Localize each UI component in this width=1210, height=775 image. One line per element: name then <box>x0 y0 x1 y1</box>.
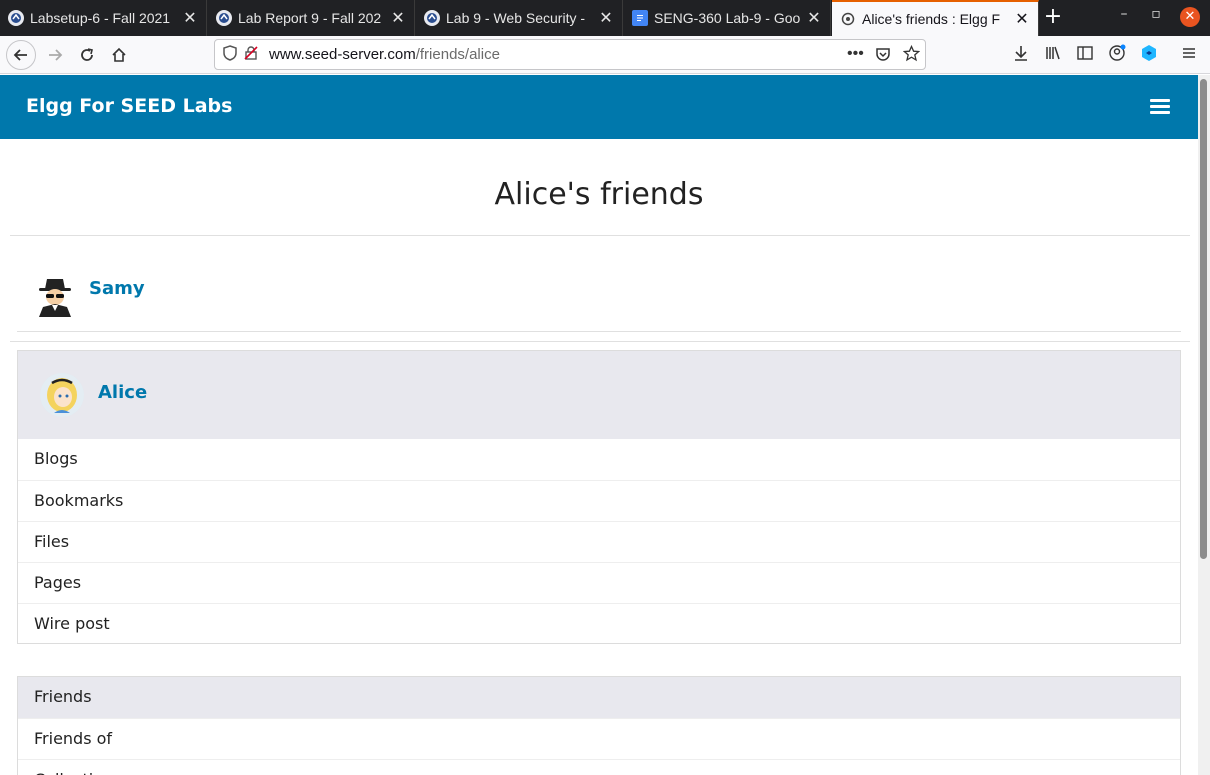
browser-tab-active[interactable]: Alice's friends : Elgg F ✕ <box>832 0 1039 36</box>
tab-title: Lab Report 9 - Fall 202 <box>238 10 382 26</box>
docs-icon <box>632 10 648 26</box>
owner-menu-item[interactable]: Blogs <box>18 439 1180 480</box>
reload-button[interactable] <box>72 40 102 70</box>
friends-menu-item[interactable]: Friends of <box>18 718 1180 759</box>
owner-menu-item[interactable]: Files <box>18 521 1180 562</box>
divider <box>10 341 1190 342</box>
browser-toolbar: www.seed-server.com/friends/alice ••• <box>0 36 1210 74</box>
url-path: /friends/alice <box>415 46 500 63</box>
download-icon[interactable] <box>1010 44 1032 66</box>
browser-tab[interactable]: Lab Report 9 - Fall 202 ✕ <box>208 0 415 36</box>
tab-title: Lab 9 - Web Security - <box>446 10 586 26</box>
owner-name-link[interactable]: Alice <box>98 382 147 403</box>
account-icon[interactable] <box>1106 44 1128 66</box>
bookmark-star-icon[interactable] <box>902 44 921 66</box>
home-button[interactable] <box>104 40 134 70</box>
site-header: Elgg For SEED Labs <box>0 75 1198 139</box>
owner-menu-item[interactable]: Wire post <box>18 603 1180 644</box>
seed-icon <box>216 10 232 26</box>
browser-tab-strip: Labsetup-6 - Fall 2021 ✕ Lab Report 9 - … <box>0 0 1210 36</box>
friends-menu-item[interactable]: Collections <box>18 759 1180 775</box>
seed-icon <box>424 10 440 26</box>
page-title: Alice's friends <box>494 177 704 212</box>
site-name-link[interactable]: Elgg For SEED Labs <box>26 95 232 117</box>
close-icon[interactable]: ✕ <box>182 8 198 28</box>
friend-name-link[interactable]: Samy <box>89 278 145 299</box>
url-host: www.seed-server.com <box>269 46 416 63</box>
page-viewport: Elgg For SEED Labs Alice's friends Samy <box>0 75 1198 775</box>
owner-menu-item[interactable]: Pages <box>18 562 1180 603</box>
back-button[interactable] <box>6 40 36 70</box>
url-bar[interactable]: www.seed-server.com/friends/alice ••• <box>214 39 926 70</box>
friend-list-item: Samy <box>17 260 1181 332</box>
friends-menu-block: Friends Friends of Collections <box>17 676 1181 775</box>
avatar[interactable] <box>40 373 84 417</box>
window-close-button[interactable]: ✕ <box>1180 7 1200 27</box>
insecure-lock-icon[interactable] <box>243 45 259 65</box>
tab-title: Labsetup-6 - Fall 2021 <box>30 10 171 26</box>
extension-icon[interactable] <box>1138 44 1160 66</box>
browser-tab[interactable]: Lab 9 - Web Security - ✕ <box>416 0 623 36</box>
minimize-icon[interactable]: – <box>1112 6 1136 22</box>
library-icon[interactable] <box>1042 44 1064 66</box>
owner-menu-item[interactable]: Bookmarks <box>18 480 1180 521</box>
new-tab-button[interactable]: + <box>1040 4 1066 30</box>
page-scrollbar[interactable] <box>1198 75 1210 775</box>
shield-icon[interactable] <box>223 44 237 65</box>
scrollbar-thumb[interactable] <box>1200 79 1207 559</box>
owner-block: Alice Blogs Bookmarks Files Pages Wire p… <box>17 350 1181 644</box>
tab-title: Alice's friends : Elgg F <box>862 11 1001 27</box>
close-icon[interactable]: ✕ <box>806 8 822 28</box>
seed-icon <box>8 10 24 26</box>
divider <box>10 235 1190 236</box>
tab-title: SENG-360 Lab-9 - Goo <box>654 10 801 26</box>
menu-icon[interactable] <box>1178 44 1200 66</box>
close-icon[interactable]: ✕ <box>1014 9 1030 29</box>
more-actions-icon[interactable]: ••• <box>847 45 864 63</box>
owner-header: Alice <box>18 351 1180 439</box>
avatar[interactable] <box>35 275 75 317</box>
close-icon[interactable]: ✕ <box>390 8 406 28</box>
sidebar-icon[interactable] <box>1074 44 1096 66</box>
maximize-icon[interactable]: ▫ <box>1144 6 1168 22</box>
close-icon[interactable]: ✕ <box>598 8 614 28</box>
pocket-icon[interactable] <box>875 46 891 66</box>
friends-menu-item-selected[interactable]: Friends <box>18 677 1180 718</box>
elgg-icon <box>840 11 856 27</box>
browser-tab[interactable]: SENG-360 Lab-9 - Goo ✕ <box>624 0 831 36</box>
browser-tab[interactable]: Labsetup-6 - Fall 2021 ✕ <box>0 0 207 36</box>
forward-button[interactable] <box>40 40 70 70</box>
hamburger-menu-icon[interactable] <box>1150 99 1170 115</box>
